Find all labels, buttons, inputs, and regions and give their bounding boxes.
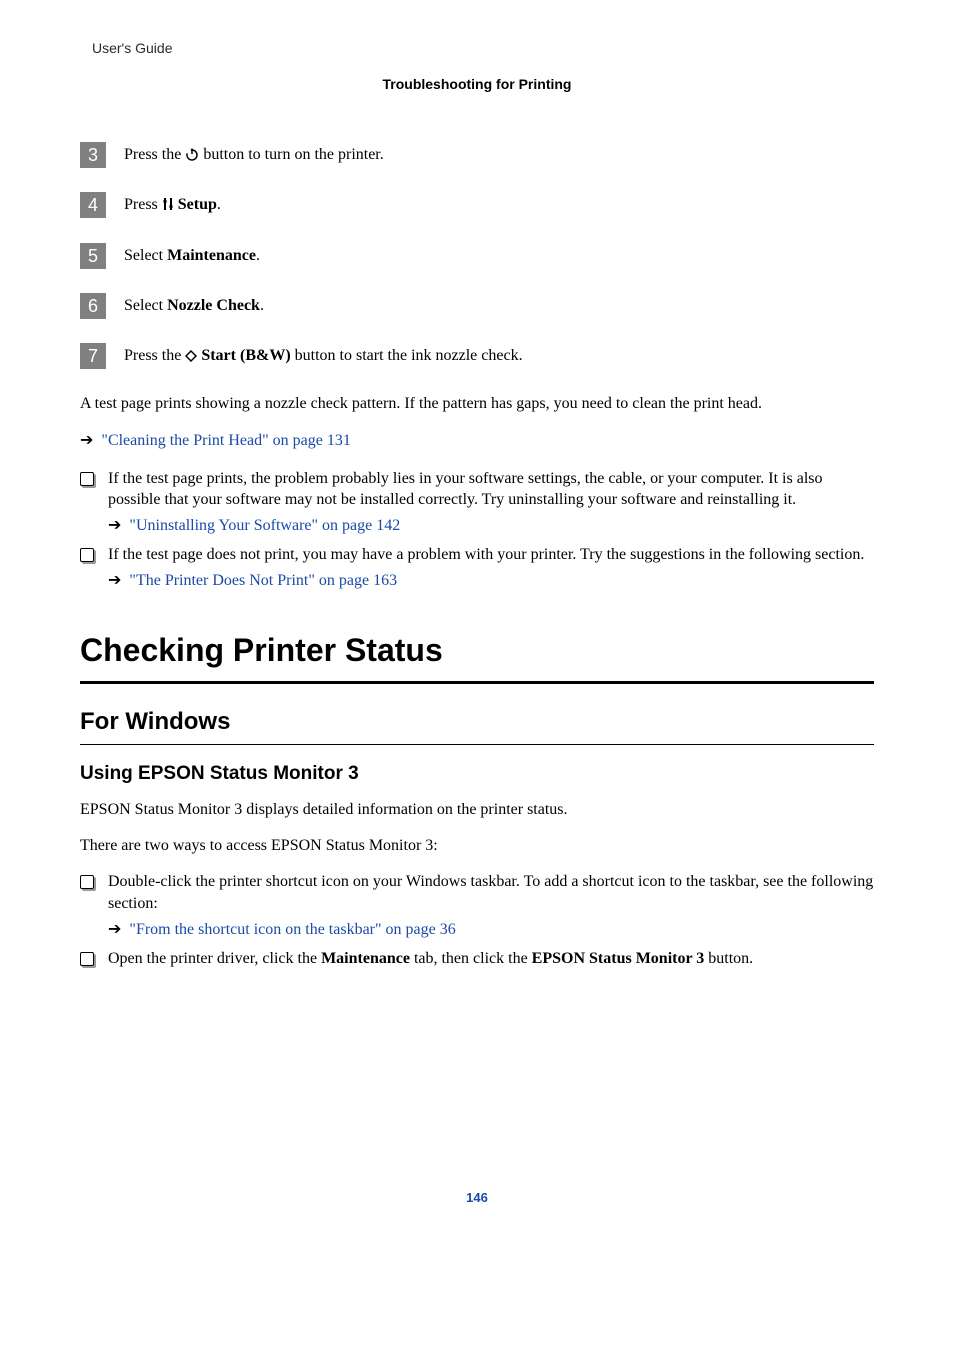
text-fragment: If the test page prints, the problem pro… <box>108 470 823 509</box>
text-fragment: button to start the ink nozzle check. <box>291 347 523 364</box>
list-item-text: If the test page does not print, you may… <box>108 544 874 591</box>
step-text: Press the button to turn on the printer. <box>124 142 384 168</box>
arrow-right-icon: ➔ <box>108 919 121 941</box>
text-bold: Start (B&W) <box>197 347 290 364</box>
text-fragment: . <box>256 247 260 264</box>
step-number-badge: 7 <box>80 343 106 369</box>
text-fragment: . <box>260 297 264 314</box>
setup-icon <box>162 196 174 218</box>
text-bold: Nozzle Check <box>167 297 260 314</box>
power-icon <box>185 146 199 168</box>
section-heading: Troubleshooting for Printing <box>80 76 874 92</box>
breadcrumb: User's Guide <box>92 40 874 56</box>
text-bold: Maintenance <box>167 247 256 264</box>
text-bold: Setup <box>174 196 217 213</box>
list-item: Double-click the printer shortcut icon o… <box>80 871 874 940</box>
note-box-icon <box>80 472 94 486</box>
note-box-icon <box>80 952 94 966</box>
list-item: If the test page does not print, you may… <box>80 544 874 591</box>
heading-3: Using EPSON Status Monitor 3 <box>80 763 874 785</box>
text-fragment: button to turn on the printer. <box>199 146 383 163</box>
link-text: "From the shortcut icon on the taskbar" … <box>129 921 455 938</box>
cross-reference-link[interactable]: ➔ "The Printer Does Not Print" on page 1… <box>108 570 874 592</box>
text-fragment: tab, then click the <box>410 950 532 967</box>
step-text: Press the Start (B&W) button to start th… <box>124 343 523 369</box>
text-fragment: Press <box>124 196 162 213</box>
body-paragraph: EPSON Status Monitor 3 displays detailed… <box>80 799 874 821</box>
text-fragment: If the test page does not print, you may… <box>108 546 864 563</box>
text-fragment: . <box>217 196 221 213</box>
list-item-text: Open the printer driver, click the Maint… <box>108 948 874 970</box>
list-item: Open the printer driver, click the Maint… <box>80 948 874 970</box>
cross-reference-link[interactable]: ➔ "From the shortcut icon on the taskbar… <box>108 919 874 941</box>
step-text: Press Setup. <box>124 192 221 218</box>
step-row: 3 Press the button to turn on the printe… <box>80 142 874 168</box>
text-bold: EPSON Status Monitor 3 <box>532 950 705 967</box>
step-number-badge: 3 <box>80 142 106 168</box>
step-number-badge: 6 <box>80 293 106 319</box>
step-row: 6 Select Nozzle Check. <box>80 293 874 319</box>
text-fragment: Open the printer driver, click the <box>108 950 321 967</box>
note-box-icon <box>80 875 94 889</box>
horizontal-rule <box>80 744 874 745</box>
body-paragraph: There are two ways to access EPSON Statu… <box>80 835 874 857</box>
link-text: "The Printer Does Not Print" on page 163 <box>129 572 397 589</box>
note-box-icon <box>80 548 94 562</box>
list-item: If the test page prints, the problem pro… <box>80 468 874 537</box>
list-item-text: If the test page prints, the problem pro… <box>108 468 874 537</box>
step-number-badge: 5 <box>80 243 106 269</box>
cross-reference-link[interactable]: ➔ "Uninstalling Your Software" on page 1… <box>108 515 874 537</box>
step-row: 7 Press the Start (B&W) button to start … <box>80 343 874 369</box>
diamond-icon <box>185 347 197 369</box>
step-row: 4 Press Setup. <box>80 192 874 218</box>
text-fragment: Double-click the printer shortcut icon o… <box>108 873 873 912</box>
step-text: Select Maintenance. <box>124 243 260 267</box>
heading-2: For Windows <box>80 708 874 736</box>
link-text: "Uninstalling Your Software" on page 142 <box>129 517 400 534</box>
body-paragraph: A test page prints showing a nozzle chec… <box>80 393 874 415</box>
text-fragment: Select <box>124 247 167 264</box>
step-number-badge: 4 <box>80 192 106 218</box>
arrow-right-icon: ➔ <box>108 515 121 537</box>
step-row: 5 Select Maintenance. <box>80 243 874 269</box>
arrow-right-icon: ➔ <box>108 570 121 592</box>
page-container: User's Guide Troubleshooting for Printin… <box>0 0 954 1265</box>
text-fragment: Press the <box>124 146 185 163</box>
text-fragment: button. <box>704 950 753 967</box>
cross-reference-link[interactable]: ➔ "Cleaning the Print Head" on page 131 <box>80 430 874 450</box>
page-number: 146 <box>80 1190 874 1205</box>
heading-1: Checking Printer Status <box>80 632 874 669</box>
text-fragment: Press the <box>124 347 185 364</box>
step-text: Select Nozzle Check. <box>124 293 264 317</box>
list-item-text: Double-click the printer shortcut icon o… <box>108 871 874 940</box>
horizontal-rule <box>80 681 874 684</box>
link-text: "Cleaning the Print Head" on page 131 <box>101 432 350 449</box>
arrow-right-icon: ➔ <box>80 430 93 450</box>
text-bold: Maintenance <box>321 950 410 967</box>
text-fragment: Select <box>124 297 167 314</box>
